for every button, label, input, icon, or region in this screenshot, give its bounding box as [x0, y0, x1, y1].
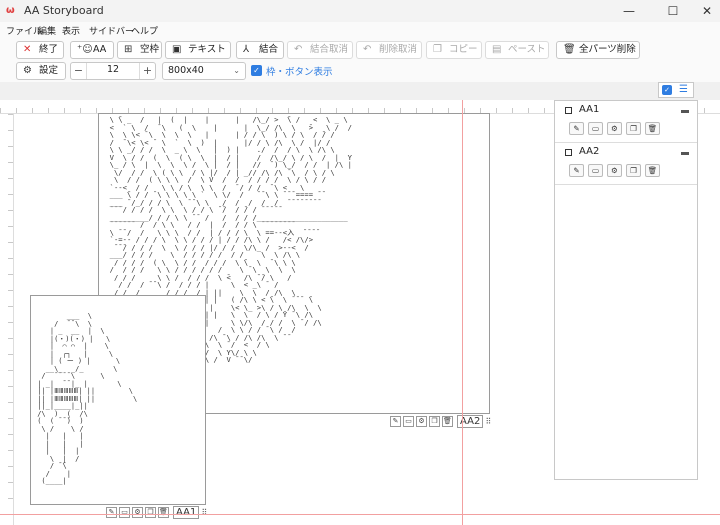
guide-line-vertical — [462, 100, 463, 525]
undo-delete-button[interactable]: ↶ 削除取消 — [356, 41, 422, 59]
aa-art-text: ___ \ / ̄ ̄ \ \ | _ __ | \ |(・)(・) | \ |… — [37, 312, 138, 485]
frame-icon[interactable]: ▭ — [403, 415, 414, 427]
resize-grip-icon[interactable]: ⠿ — [201, 508, 207, 517]
trash-icon[interactable]: 🗑 — [442, 415, 453, 427]
collapse-icon[interactable] — [681, 152, 689, 155]
add-square-icon: ⊞ — [124, 44, 133, 55]
window-title: AA Storyboard — [24, 4, 104, 17]
menu-help[interactable]: ヘルプ — [131, 24, 158, 37]
delete-all-parts-button[interactable]: 🗑 全パーツ削除 — [556, 41, 640, 59]
part-name-label: AA2 — [457, 414, 484, 428]
gear-icon[interactable]: ⚙ — [607, 122, 622, 135]
font-size-stepper: − 12 + — [70, 62, 156, 80]
edit-icon[interactable]: ✎ — [569, 122, 584, 135]
view-toggle: ✓ ☰ — [658, 82, 694, 98]
gear-icon[interactable]: ⚙ — [132, 506, 143, 518]
trash-icon[interactable]: 🗑 — [645, 164, 660, 177]
layer-item-aa1[interactable]: AA1 ✎ ▭ ⚙ ❐ 🗑 — [555, 101, 697, 143]
edit-icon[interactable]: ✎ — [569, 164, 584, 177]
part-name-label: AA1 — [173, 505, 200, 519]
layer-panel: AA1 ✎ ▭ ⚙ ❐ 🗑 AA2 ✎ ▭ ⚙ ❐ 🗑 — [554, 100, 698, 480]
resize-grip-icon[interactable]: ⠿ — [485, 417, 491, 426]
copy-icon[interactable]: ❐ — [626, 122, 641, 135]
menu-file[interactable]: ファイル — [6, 24, 42, 37]
copy-icon[interactable]: ❐ — [429, 415, 440, 427]
menu-view[interactable]: 表示 — [62, 24, 80, 37]
chevron-down-icon: ⌄ — [233, 66, 240, 75]
add-text-button[interactable]: ▣ テキスト — [165, 41, 231, 59]
trash-icon[interactable]: 🗑 — [645, 122, 660, 135]
trash-icon: 🗑 — [563, 44, 576, 55]
layer-name: AA2 — [579, 146, 600, 157]
maximize-button[interactable]: ☐ — [656, 0, 690, 22]
gear-icon[interactable]: ⚙ — [607, 164, 622, 177]
layer-item-aa2[interactable]: AA2 ✎ ▭ ⚙ ❐ 🗑 — [555, 143, 697, 185]
copy-icon[interactable]: ❐ — [626, 164, 641, 177]
collapse-icon[interactable] — [681, 110, 689, 113]
part-toolbar-aa2: ✎ ▭ ⚙ ❐ 🗑 AA2 ⠿ — [390, 414, 491, 428]
menu-sidebar[interactable]: サイドバー — [89, 24, 134, 37]
show-frame-label[interactable]: 枠・ボタン表示 — [266, 64, 333, 78]
copy-icon[interactable]: ❐ — [145, 506, 156, 518]
unmerge-button[interactable]: ↶ 結合取消 — [287, 41, 353, 59]
exit-button[interactable]: ✕ 終了 — [16, 41, 64, 59]
title-bar: ω AA Storyboard — ☐ ✕ — [0, 0, 720, 22]
layer-buttons: ✎ ▭ ⚙ ❐ 🗑 — [569, 164, 660, 177]
increment-button[interactable]: + — [139, 63, 155, 79]
close-icon: ✕ — [23, 44, 32, 55]
canvas-size-select[interactable]: 800x40 ⌄ — [162, 62, 246, 80]
merge-icon: ⅄ — [243, 44, 250, 55]
layer-checkbox[interactable] — [565, 149, 572, 156]
decrement-button[interactable]: − — [71, 63, 87, 79]
gear-icon: ⚙ — [23, 65, 32, 76]
undo-icon: ↶ — [294, 44, 303, 55]
add-frame-button[interactable]: ⊞ 空枠 — [117, 41, 162, 59]
copy-icon: ❐ — [433, 44, 442, 55]
close-window-button[interactable]: ✕ — [690, 0, 720, 22]
settings-button[interactable]: ⚙ 設定 — [16, 62, 66, 80]
undo-icon: ↶ — [363, 44, 372, 55]
layer-name: AA1 — [579, 104, 600, 115]
trash-icon[interactable]: 🗑 — [158, 506, 169, 518]
select-mode-checkbox[interactable]: ✓ — [662, 85, 672, 95]
paste-icon: ▤ — [492, 44, 502, 55]
copy-button[interactable]: ❐ コピー — [426, 41, 482, 59]
layer-buttons: ✎ ▭ ⚙ ❐ 🗑 — [569, 122, 660, 135]
part-toolbar-aa1: ✎ ▭ ⚙ ❐ 🗑 AA1 ⠿ — [106, 505, 207, 519]
paste-button[interactable]: ▤ ペースト — [485, 41, 549, 59]
layer-checkbox[interactable] — [565, 107, 572, 114]
frame-icon[interactable]: ▭ — [588, 122, 603, 135]
list-view-icon[interactable]: ☰ — [679, 83, 688, 97]
menu-bar: ファイル 編集 表示 サイドバー ヘルプ — [0, 22, 720, 39]
frame-icon[interactable]: ▭ — [588, 164, 603, 177]
gear-icon[interactable]: ⚙ — [416, 415, 427, 427]
ruler-vertical — [0, 114, 14, 525]
add-user-icon: ⁺☺ — [77, 44, 93, 55]
app-logo-icon: ω — [6, 5, 15, 16]
add-aa-button[interactable]: ⁺☺ AA — [70, 41, 114, 59]
menu-edit[interactable]: 編集 — [38, 24, 56, 37]
aa-part-aa1[interactable]: ___ \ / ̄ ̄ \ \ | _ __ | \ |(・)(・) | \ |… — [30, 295, 206, 505]
edit-icon[interactable]: ✎ — [106, 506, 117, 518]
minimize-button[interactable]: — — [612, 0, 646, 22]
font-size-value[interactable]: 12 — [87, 64, 139, 75]
show-frame-checkbox[interactable]: ✓ — [251, 65, 262, 76]
guide-line-horizontal — [0, 514, 720, 515]
comment-icon: ▣ — [172, 44, 182, 55]
merge-button[interactable]: ⅄ 結合 — [236, 41, 284, 59]
edit-icon[interactable]: ✎ — [390, 415, 401, 427]
frame-icon[interactable]: ▭ — [119, 506, 130, 518]
